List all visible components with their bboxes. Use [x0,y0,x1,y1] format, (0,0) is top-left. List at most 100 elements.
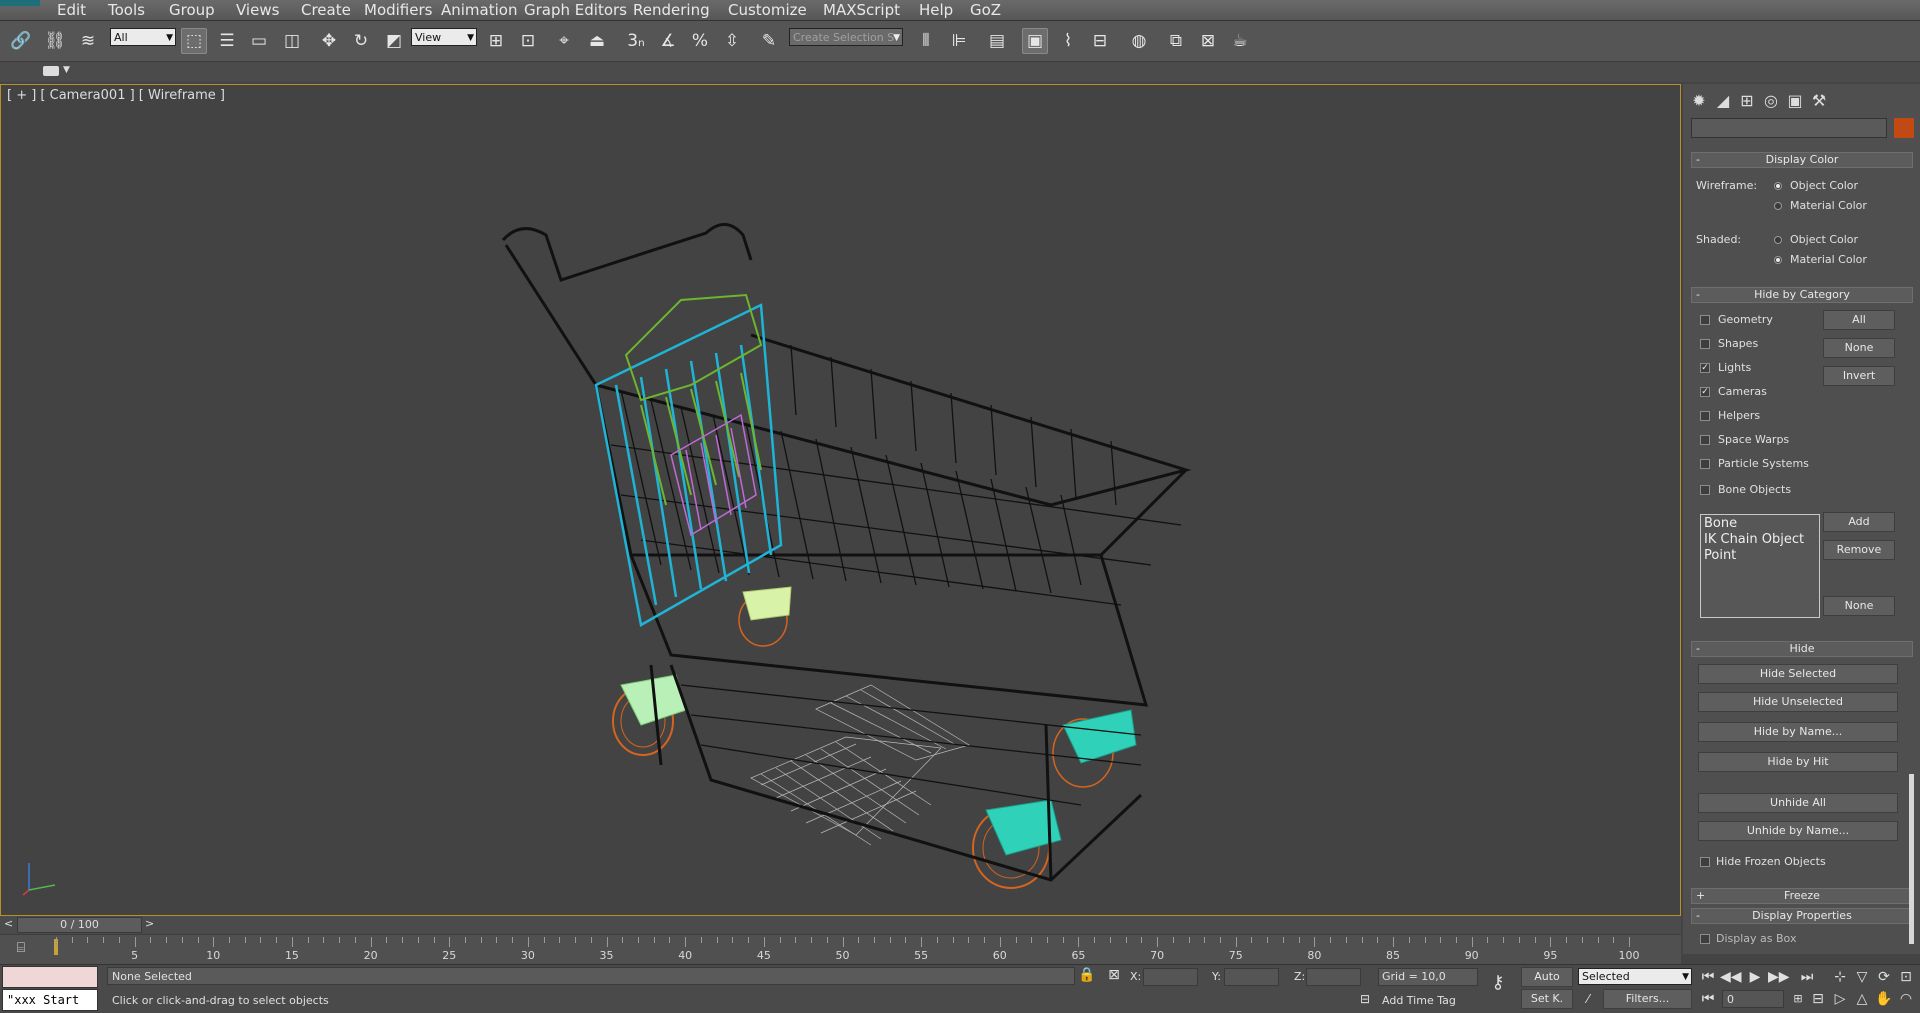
hide-category-invert-button[interactable]: Invert [1823,366,1895,386]
walk-through-icon[interactable]: △ [1852,989,1872,1009]
rollout-display-color[interactable]: - Display Color [1691,152,1913,168]
hide-by-hit-button[interactable]: Hide by Hit [1698,752,1898,772]
category-add-button[interactable]: Add [1823,512,1895,532]
object-name-field[interactable] [1691,118,1887,138]
material-editor-icon[interactable]: ◍ [1126,28,1152,54]
render-production-icon[interactable]: ☕ [1227,28,1253,54]
dolly-camera-icon[interactable]: ▷ [1830,989,1850,1009]
category-checkbox-label[interactable]: Cameras [1718,385,1767,398]
mirror-icon[interactable]: ⫴ [913,28,939,54]
time-slider-next-icon[interactable]: > [145,917,154,930]
rollout-hide[interactable]: - Hide [1691,641,1913,657]
track-bar[interactable]: ⌸ 5 10 15 20 25 30 35 40 45 50 55 60 65 70 75 80 85 90 95 1… [0,934,1681,965]
motion-tab-icon[interactable]: ◎ [1759,88,1783,112]
layer-manager-icon[interactable]: ▤ [984,28,1010,54]
go-to-start-icon[interactable]: ⏮ [1698,967,1718,987]
category-checkbox-label[interactable]: Helpers [1718,409,1760,422]
create-tab-icon[interactable]: ✹ [1687,88,1711,112]
menu-maxscript[interactable]: MAXScript [823,1,900,19]
zoom-extents-icon[interactable]: ⊟ [1808,989,1828,1009]
scene-explorer-icon[interactable]: ▣ [1022,28,1048,54]
time-configuration-icon[interactable]: ⊞ [1788,989,1808,1009]
app-logo[interactable] [0,0,40,6]
hide-by-name-button[interactable]: Hide by Name... [1698,722,1898,742]
utilities-tab-icon[interactable]: ⚒ [1807,88,1831,112]
category-filter-list[interactable]: Bone IK Chain Object Point [1700,514,1820,618]
play-icon[interactable]: ▶ [1745,967,1765,987]
category-checkbox[interactable]: ✓ [1700,363,1710,373]
time-slider-prev-icon[interactable]: < [4,917,13,930]
go-to-end-icon[interactable]: ⏭ [1797,967,1817,987]
default-tangent-icon[interactable]: ⁄ [1578,989,1598,1009]
hide-frozen-objects-label[interactable]: Hide Frozen Objects [1716,855,1826,868]
shaded-object-color-label[interactable]: Object Color [1790,233,1858,246]
edit-named-selection-icon[interactable]: ✎ [756,28,782,54]
keyboard-shortcut-override-icon[interactable]: ⌖ [551,28,577,54]
rollout-freeze[interactable]: + Freeze [1691,888,1913,904]
modify-tab-icon[interactable]: ◢ [1711,88,1735,112]
rectangular-selection-icon[interactable]: ▭ [246,28,272,54]
key-filters-button[interactable]: Filters... [1603,989,1692,1009]
auto-key-button[interactable]: Auto [1521,967,1573,987]
category-checkbox-label[interactable]: Lights [1718,361,1751,374]
key-mode-toggle-icon[interactable]: ⏮ [1698,989,1718,1009]
menu-edit[interactable]: Edit [57,1,86,19]
z-coord-field[interactable] [1306,968,1361,986]
menu-rendering[interactable]: Rendering [633,1,710,19]
hide-unselected-button[interactable]: Hide Unselected [1698,692,1898,712]
select-and-manipulate-icon[interactable]: ⊡ [515,28,541,54]
shaded-object-color-radio[interactable] [1774,236,1782,244]
pivot-center-icon[interactable]: ⊞ [483,28,509,54]
align-icon[interactable]: ⊫ [946,28,972,54]
pan-view-icon[interactable]: ✋ [1874,989,1894,1009]
viewport-camera[interactable]: [ + ] [ Camera001 ] [ Wireframe ] [0,84,1681,916]
list-item[interactable]: Point [1704,548,1816,564]
menu-goz[interactable]: GoZ [970,1,1001,19]
category-checkbox[interactable] [1700,315,1710,325]
menu-help[interactable]: Help [919,1,953,19]
maxscript-listener-output[interactable] [2,966,98,988]
wireframe-object-color-label[interactable]: Object Color [1790,179,1858,192]
display-as-box-label[interactable]: Display as Box [1716,932,1796,945]
wireframe-material-color-label[interactable]: Material Color [1790,199,1867,212]
add-time-tag-button[interactable]: Add Time Tag [1382,994,1456,1007]
category-none-button[interactable]: None [1823,596,1895,616]
wireframe-material-color-radio[interactable] [1774,202,1782,210]
display-tab-icon[interactable]: ▣ [1783,88,1807,112]
select-and-move-icon[interactable]: ✥ [316,28,342,54]
time-slider-thumb[interactable]: 0 / 100 [17,917,142,933]
menu-create[interactable]: Create [301,1,351,19]
field-of-view-icon[interactable]: ▽ [1852,967,1872,987]
category-checkbox-label[interactable]: Bone Objects [1718,483,1791,496]
category-checkbox-label[interactable]: Space Warps [1718,433,1789,446]
orbit-icon[interactable]: ⟳ [1874,967,1894,987]
unlink-selection-icon[interactable]: ⛓ [42,28,68,54]
category-checkbox[interactable] [1700,435,1710,445]
select-and-link-icon[interactable]: 🔗 [8,28,34,54]
previous-frame-icon[interactable]: ◀◀ [1720,967,1742,987]
snaps-toggle-icon[interactable]: ⏏ [584,28,610,54]
menu-graph-editors[interactable]: Graph Editors [524,1,627,19]
category-checkbox[interactable]: ✓ [1700,387,1710,397]
category-checkbox-label[interactable]: Particle Systems [1718,457,1809,470]
category-checkbox-label[interactable]: Shapes [1718,337,1758,350]
key-filter-selection-dropdown[interactable]: Selected ▼ [1578,968,1692,985]
hide-category-all-button[interactable]: All [1823,310,1895,330]
curve-editor-icon[interactable]: ⌇ [1055,28,1081,54]
angle-snap-icon[interactable]: ∡ [655,28,681,54]
rollout-display-properties[interactable]: - Display Properties [1691,908,1913,924]
maxscript-listener-input[interactable]: "xxx Start [2,989,98,1011]
command-panel-scrollbar[interactable] [1909,774,1914,944]
rollout-hide-by-category[interactable]: - Hide by Category [1691,287,1913,303]
zoom-icon[interactable]: ⊹ [1830,967,1850,987]
menu-group[interactable]: Group [169,1,215,19]
list-item[interactable]: IK Chain Object [1704,532,1816,548]
category-checkbox[interactable] [1700,485,1710,495]
select-and-rotate-icon[interactable]: ↻ [348,28,374,54]
list-item[interactable]: Bone [1704,516,1816,532]
menu-customize[interactable]: Customize [728,1,807,19]
category-checkbox[interactable] [1700,459,1710,469]
menu-views[interactable]: Views [236,1,279,19]
menu-animation[interactable]: Animation [441,1,517,19]
unhide-all-button[interactable]: Unhide All [1698,793,1898,813]
